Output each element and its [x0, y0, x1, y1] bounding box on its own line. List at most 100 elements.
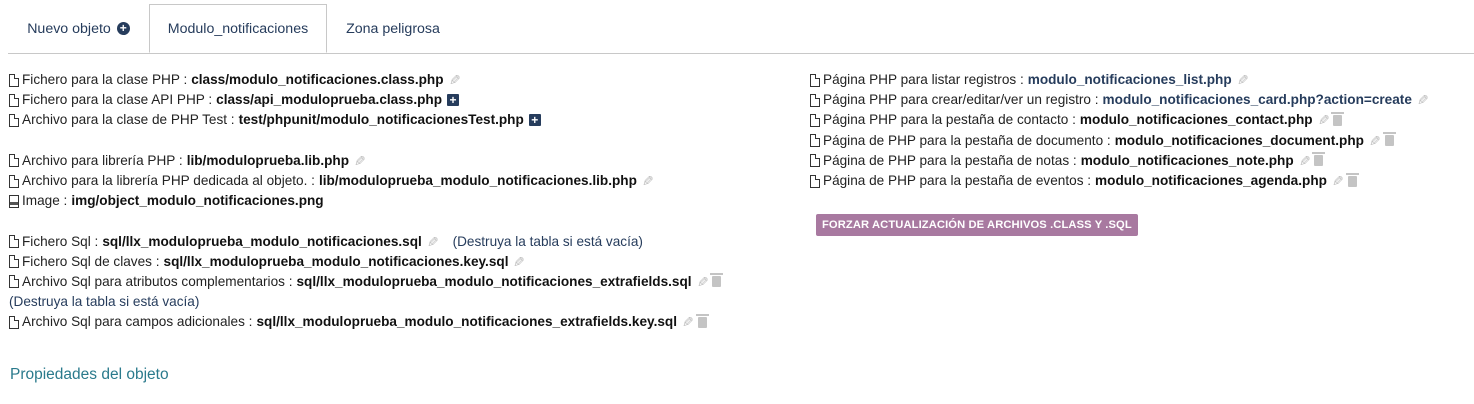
page-row-note: Página de PHP para la pestaña de notas :…: [810, 151, 1429, 171]
file-icon: [9, 154, 19, 168]
page-row-contact: Página PHP para la pestaña de contacto :…: [810, 110, 1429, 130]
tab-bar: Nuevo objeto + Modulo_notificaciones Zon…: [8, 4, 1474, 54]
page-link[interactable]: modulo_notificaciones_card.php?action=cr…: [1103, 90, 1412, 110]
file-row-lib-object: Archivo para la librería PHP dedicada al…: [9, 171, 721, 191]
force-regenerate-button[interactable]: FORZAR ACTUALIZACIÓN DE ARCHIVOS .CLASS …: [816, 214, 1138, 236]
file-icon: [9, 255, 19, 269]
file-row-class-api: Fichero para la clase API PHP : class/ap…: [9, 90, 721, 110]
file-icon: [9, 73, 19, 87]
files-left-column: Fichero para la clase PHP : class/modulo…: [9, 70, 724, 332]
row-label: Archivo para la librería PHP dedicada al…: [22, 172, 315, 188]
trash-icon[interactable]: [1312, 152, 1326, 167]
file-path: class/modulo_notificaciones.class.php: [191, 72, 444, 87]
edit-icon[interactable]: ✎: [697, 272, 709, 292]
file-row-class-php: Fichero para la clase PHP : class/modulo…: [9, 70, 721, 90]
row-label: Página PHP para la pestaña de contacto :: [823, 112, 1076, 128]
add-file-icon[interactable]: +: [447, 94, 460, 107]
file-icon: [810, 154, 820, 168]
row-label: Página de PHP para la pestaña de eventos…: [823, 172, 1092, 188]
page-row-card: Página PHP para crear/editar/ver un regi…: [810, 90, 1429, 110]
edit-icon[interactable]: ✎: [1369, 131, 1381, 151]
file-icon: [9, 235, 19, 249]
row-label: Fichero Sql :: [22, 233, 99, 249]
plus-circle-icon: +: [116, 22, 130, 35]
file-row-sql-extrafields-key: Archivo Sql para campos adicionales : sq…: [9, 312, 721, 332]
edit-icon[interactable]: ✎: [513, 252, 525, 272]
edit-icon[interactable]: ✎: [1237, 70, 1249, 90]
file-icon: [810, 73, 820, 87]
edit-icon[interactable]: ✎: [1318, 110, 1330, 130]
file-path: modulo_notificaciones_note.php: [1080, 152, 1294, 168]
tab-modulo-notificaciones-label: Modulo_notificaciones: [167, 20, 309, 37]
file-icon: [9, 93, 19, 107]
row-label: Archivo para librería PHP :: [22, 152, 183, 168]
row-label: Página de PHP para la pestaña de notas :: [823, 152, 1077, 168]
file-icon: [9, 174, 19, 188]
edit-icon[interactable]: ✎: [1417, 90, 1429, 110]
file-path: class/api_moduloprueba.class.php: [216, 92, 443, 108]
trash-icon[interactable]: [695, 313, 709, 328]
trash-icon[interactable]: [1345, 172, 1359, 187]
row-label: Página PHP para crear/editar/ver un regi…: [823, 92, 1099, 108]
files-right-column: Página PHP para listar registros : modul…: [810, 70, 1429, 191]
file-path: sql/llx_moduloprueba_modulo_notificacion…: [296, 273, 692, 289]
row-label: Página PHP para listar registros :: [823, 72, 1024, 87]
add-file-icon[interactable]: +: [528, 114, 541, 127]
file-path: lib/moduloprueba.lib.php: [186, 152, 350, 168]
file-row-sql-extrafields: Archivo Sql para atributos complementari…: [9, 272, 724, 292]
image-file-icon: [9, 194, 19, 208]
file-icon: [9, 275, 19, 289]
edit-icon[interactable]: ✎: [1299, 151, 1311, 171]
row-label: Image :: [22, 193, 68, 209]
file-path: sql/llx_moduloprueba_modulo_notificacion…: [102, 233, 422, 249]
drop-table-note[interactable]: (Destruya la tabla si está vacía): [453, 232, 643, 252]
row-label: Archivo para la clase de PHP Test :: [22, 112, 235, 128]
file-row-image: Image : img/object_modulo_notificaciones…: [9, 191, 721, 211]
file-row-lib: Archivo para librería PHP : lib/modulopr…: [9, 151, 721, 171]
tab-danger-zone[interactable]: Zona peligrosa: [327, 4, 459, 53]
trash-icon[interactable]: [1382, 132, 1396, 147]
file-path: lib/moduloprueba_modulo_notificaciones.l…: [318, 172, 637, 188]
object-properties-title: Propiedades del objeto: [10, 366, 169, 383]
trash-icon[interactable]: [1331, 111, 1345, 126]
row-label: Archivo Sql para campos adicionales :: [22, 314, 253, 330]
file-path: test/phpunit/modulo_notificacionesTest.p…: [238, 112, 524, 128]
file-row-sql: Fichero Sql : sql/llx_moduloprueba_modul…: [9, 232, 721, 252]
edit-icon[interactable]: ✎: [682, 312, 694, 332]
tab-new-object-label: Nuevo objeto: [27, 20, 111, 37]
file-row-sql-key: Fichero Sql de claves : sql/llx_modulopr…: [9, 252, 721, 272]
row-label: Fichero para la clase API PHP :: [22, 92, 213, 108]
page-row-agenda: Página de PHP para la pestaña de eventos…: [810, 171, 1429, 191]
edit-icon[interactable]: ✎: [1332, 171, 1344, 191]
tab-danger-zone-label: Zona peligrosa: [346, 20, 440, 37]
file-icon: [810, 93, 820, 107]
tab-modulo-notificaciones[interactable]: Modulo_notificaciones: [149, 4, 327, 53]
edit-icon[interactable]: ✎: [427, 232, 439, 252]
file-path: sql/llx_moduloprueba_modulo_notificacion…: [163, 253, 509, 269]
file-path: modulo_notificaciones_document.php: [1114, 132, 1364, 148]
edit-icon[interactable]: ✎: [449, 70, 461, 90]
file-icon: [9, 113, 19, 127]
trash-icon[interactable]: [710, 273, 724, 288]
page-link[interactable]: modulo_notificaciones_list.php: [1028, 70, 1232, 90]
file-path: modulo_notificaciones_contact.php: [1079, 112, 1313, 128]
row-label: Fichero para la clase PHP :: [22, 72, 188, 87]
file-path: modulo_notificaciones_agenda.php: [1095, 172, 1327, 188]
row-label: Archivo Sql para atributos complementari…: [22, 273, 293, 289]
file-icon: [810, 134, 820, 148]
page-row-list: Página PHP para listar registros : modul…: [810, 70, 1429, 90]
edit-icon[interactable]: ✎: [354, 151, 366, 171]
file-path: img/object_modulo_notificaciones.png: [71, 193, 324, 209]
edit-icon[interactable]: ✎: [642, 171, 654, 191]
file-icon: [810, 113, 820, 127]
drop-table-note-extrafields[interactable]: (Destruya la tabla si está vacía): [9, 292, 721, 312]
file-path: sql/llx_moduloprueba_modulo_notificacion…: [256, 314, 677, 330]
row-label: Página de PHP para la pestaña de documen…: [823, 132, 1111, 148]
page-row-document: Página de PHP para la pestaña de documen…: [810, 131, 1429, 151]
file-row-class-test: Archivo para la clase de PHP Test : test…: [9, 110, 721, 130]
file-icon: [9, 315, 19, 329]
file-icon: [810, 174, 820, 188]
tab-new-object[interactable]: Nuevo objeto +: [8, 4, 149, 53]
